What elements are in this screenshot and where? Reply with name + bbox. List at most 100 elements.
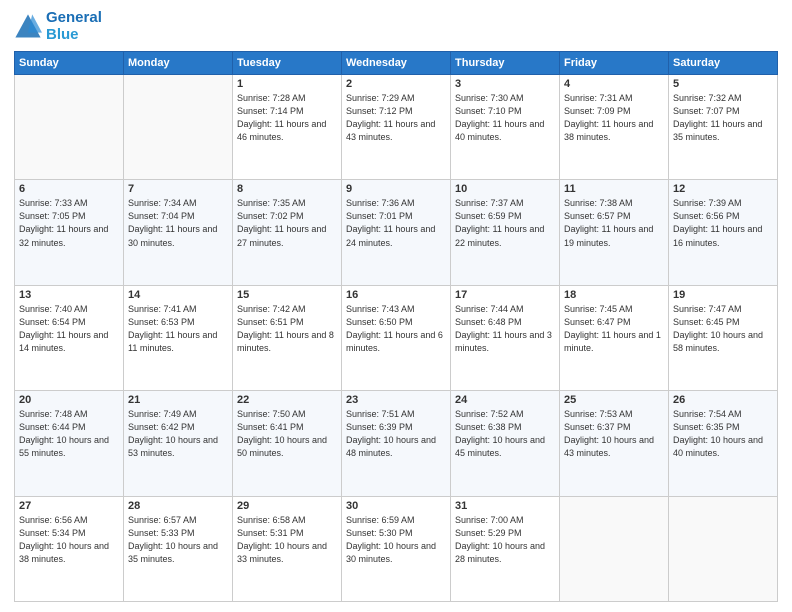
day-info: Sunrise: 7:42 AMSunset: 6:51 PMDaylight:… — [237, 303, 337, 355]
calendar-table: SundayMondayTuesdayWednesdayThursdayFrid… — [14, 51, 778, 602]
calendar-cell — [560, 496, 669, 601]
day-number: 28 — [128, 500, 228, 512]
day-number: 19 — [673, 289, 773, 301]
calendar-cell: 4 Sunrise: 7:31 AMSunset: 7:09 PMDaylight… — [560, 75, 669, 180]
calendar-cell: 5 Sunrise: 7:32 AMSunset: 7:07 PMDaylight… — [669, 75, 778, 180]
calendar-cell: 3Sunrise: 7:30 AMSunset: 7:10 PMDaylight… — [451, 75, 560, 180]
day-number: 25 — [564, 394, 664, 406]
day-number: 10 — [455, 183, 555, 195]
weekday-header-friday: Friday — [560, 52, 669, 75]
day-info: Sunrise: 6:56 AMSunset: 5:34 PMDaylight:… — [19, 514, 119, 566]
day-number: 14 — [128, 289, 228, 301]
calendar-cell: 9 Sunrise: 7:36 AMSunset: 7:01 PMDaylight… — [342, 180, 451, 285]
day-number: 17 — [455, 289, 555, 301]
page-container: General Blue SundayMondayTuesdayWednesda… — [0, 0, 792, 612]
day-info: Sunrise: 7:29 AMSunset: 7:12 PMDaylight:… — [346, 92, 446, 144]
day-number: 24 — [455, 394, 555, 406]
calendar-cell: 20 Sunrise: 7:48 AMSunset: 6:44 PMDayligh… — [15, 391, 124, 496]
day-number: 21 — [128, 394, 228, 406]
weekday-header-saturday: Saturday — [669, 52, 778, 75]
calendar-cell: 18 Sunrise: 7:45 AMSunset: 6:47 PMDayligh… — [560, 285, 669, 390]
day-info: Sunrise: 7:35 AMSunset: 7:02 PMDaylight:… — [237, 197, 337, 249]
logo-icon — [14, 13, 42, 41]
day-info: Sunrise: 7:52 AMSunset: 6:38 PMDaylight:… — [455, 408, 555, 460]
weekday-header-wednesday: Wednesday — [342, 52, 451, 75]
calendar-cell: 14 Sunrise: 7:41 AMSunset: 6:53 PMDayligh… — [124, 285, 233, 390]
logo-text: General Blue — [46, 10, 102, 43]
calendar-cell: 13Sunrise: 7:40 AMSunset: 6:54 PMDayligh… — [15, 285, 124, 390]
day-info: Sunrise: 7:33 AMSunset: 7:05 PMDaylight:… — [19, 197, 119, 249]
day-number: 4 — [564, 78, 664, 90]
day-info: Sunrise: 7:31 AMSunset: 7:09 PMDaylight:… — [564, 92, 664, 144]
day-number: 30 — [346, 500, 446, 512]
calendar-cell: 2 Sunrise: 7:29 AMSunset: 7:12 PMDaylight… — [342, 75, 451, 180]
day-info: Sunrise: 7:48 AMSunset: 6:44 PMDaylight:… — [19, 408, 119, 460]
day-info: Sunrise: 7:00 AMSunset: 5:29 PMDaylight:… — [455, 514, 555, 566]
calendar-cell: 12 Sunrise: 7:39 AMSunset: 6:56 PMDayligh… — [669, 180, 778, 285]
calendar-cell: 30 Sunrise: 6:59 AMSunset: 5:30 PMDayligh… — [342, 496, 451, 601]
calendar-cell: 15 Sunrise: 7:42 AMSunset: 6:51 PMDayligh… — [233, 285, 342, 390]
day-info: Sunrise: 7:32 AMSunset: 7:07 PMDaylight:… — [673, 92, 773, 144]
calendar-cell — [124, 75, 233, 180]
day-number: 3 — [455, 78, 555, 90]
day-number: 9 — [346, 183, 446, 195]
day-info: Sunrise: 7:36 AMSunset: 7:01 PMDaylight:… — [346, 197, 446, 249]
calendar-week-row: 1 Sunrise: 7:28 AMSunset: 7:14 PMDaylight… — [15, 75, 778, 180]
day-number: 22 — [237, 394, 337, 406]
day-number: 7 — [128, 183, 228, 195]
calendar-cell: 26 Sunrise: 7:54 AMSunset: 6:35 PMDayligh… — [669, 391, 778, 496]
day-info: Sunrise: 7:54 AMSunset: 6:35 PMDaylight:… — [673, 408, 773, 460]
day-info: Sunrise: 7:41 AMSunset: 6:53 PMDaylight:… — [128, 303, 228, 355]
calendar-week-row: 13Sunrise: 7:40 AMSunset: 6:54 PMDayligh… — [15, 285, 778, 390]
day-number: 23 — [346, 394, 446, 406]
calendar-cell: 11Sunrise: 7:38 AMSunset: 6:57 PMDayligh… — [560, 180, 669, 285]
day-number: 31 — [455, 500, 555, 512]
day-number: 5 — [673, 78, 773, 90]
day-number: 20 — [19, 394, 119, 406]
day-info: Sunrise: 7:37 AMSunset: 6:59 PMDaylight:… — [455, 197, 555, 249]
weekday-header-tuesday: Tuesday — [233, 52, 342, 75]
calendar-cell: 31 Sunrise: 7:00 AMSunset: 5:29 PMDayligh… — [451, 496, 560, 601]
calendar-cell: 23 Sunrise: 7:51 AMSunset: 6:39 PMDayligh… — [342, 391, 451, 496]
calendar-cell: 17Sunrise: 7:44 AMSunset: 6:48 PMDayligh… — [451, 285, 560, 390]
day-number: 8 — [237, 183, 337, 195]
calendar-week-row: 6 Sunrise: 7:33 AMSunset: 7:05 PMDaylight… — [15, 180, 778, 285]
day-number: 15 — [237, 289, 337, 301]
day-info: Sunrise: 6:58 AMSunset: 5:31 PMDaylight:… — [237, 514, 337, 566]
day-number: 12 — [673, 183, 773, 195]
day-number: 18 — [564, 289, 664, 301]
day-info: Sunrise: 7:45 AMSunset: 6:47 PMDaylight:… — [564, 303, 664, 355]
calendar-week-row: 20 Sunrise: 7:48 AMSunset: 6:44 PMDayligh… — [15, 391, 778, 496]
day-number: 29 — [237, 500, 337, 512]
weekday-header-sunday: Sunday — [15, 52, 124, 75]
day-number: 6 — [19, 183, 119, 195]
calendar-cell: 27Sunrise: 6:56 AMSunset: 5:34 PMDayligh… — [15, 496, 124, 601]
calendar-cell: 10 Sunrise: 7:37 AMSunset: 6:59 PMDayligh… — [451, 180, 560, 285]
day-info: Sunrise: 7:51 AMSunset: 6:39 PMDaylight:… — [346, 408, 446, 460]
day-info: Sunrise: 7:40 AMSunset: 6:54 PMDaylight:… — [19, 303, 119, 355]
calendar-week-row: 27Sunrise: 6:56 AMSunset: 5:34 PMDayligh… — [15, 496, 778, 601]
logo: General Blue — [14, 10, 102, 43]
day-info: Sunrise: 7:28 AMSunset: 7:14 PMDaylight:… — [237, 92, 337, 144]
calendar-cell: 22Sunrise: 7:50 AMSunset: 6:41 PMDayligh… — [233, 391, 342, 496]
calendar-cell: 28Sunrise: 6:57 AMSunset: 5:33 PMDayligh… — [124, 496, 233, 601]
calendar-cell — [15, 75, 124, 180]
calendar-cell: 19 Sunrise: 7:47 AMSunset: 6:45 PMDayligh… — [669, 285, 778, 390]
day-info: Sunrise: 7:39 AMSunset: 6:56 PMDaylight:… — [673, 197, 773, 249]
weekday-header-monday: Monday — [124, 52, 233, 75]
weekday-header-thursday: Thursday — [451, 52, 560, 75]
weekday-header-row: SundayMondayTuesdayWednesdayThursdayFrid… — [15, 52, 778, 75]
day-info: Sunrise: 7:38 AMSunset: 6:57 PMDaylight:… — [564, 197, 664, 249]
day-info: Sunrise: 7:34 AMSunset: 7:04 PMDaylight:… — [128, 197, 228, 249]
day-number: 2 — [346, 78, 446, 90]
calendar-cell: 8 Sunrise: 7:35 AMSunset: 7:02 PMDaylight… — [233, 180, 342, 285]
day-number: 1 — [237, 78, 337, 90]
day-number: 26 — [673, 394, 773, 406]
calendar-cell: 16Sunrise: 7:43 AMSunset: 6:50 PMDayligh… — [342, 285, 451, 390]
calendar-cell: 29 Sunrise: 6:58 AMSunset: 5:31 PMDayligh… — [233, 496, 342, 601]
day-info: Sunrise: 6:59 AMSunset: 5:30 PMDaylight:… — [346, 514, 446, 566]
day-info: Sunrise: 7:47 AMSunset: 6:45 PMDaylight:… — [673, 303, 773, 355]
calendar-cell: 21Sunrise: 7:49 AMSunset: 6:42 PMDayligh… — [124, 391, 233, 496]
day-info: Sunrise: 7:53 AMSunset: 6:37 PMDaylight:… — [564, 408, 664, 460]
calendar-cell: 6 Sunrise: 7:33 AMSunset: 7:05 PMDaylight… — [15, 180, 124, 285]
